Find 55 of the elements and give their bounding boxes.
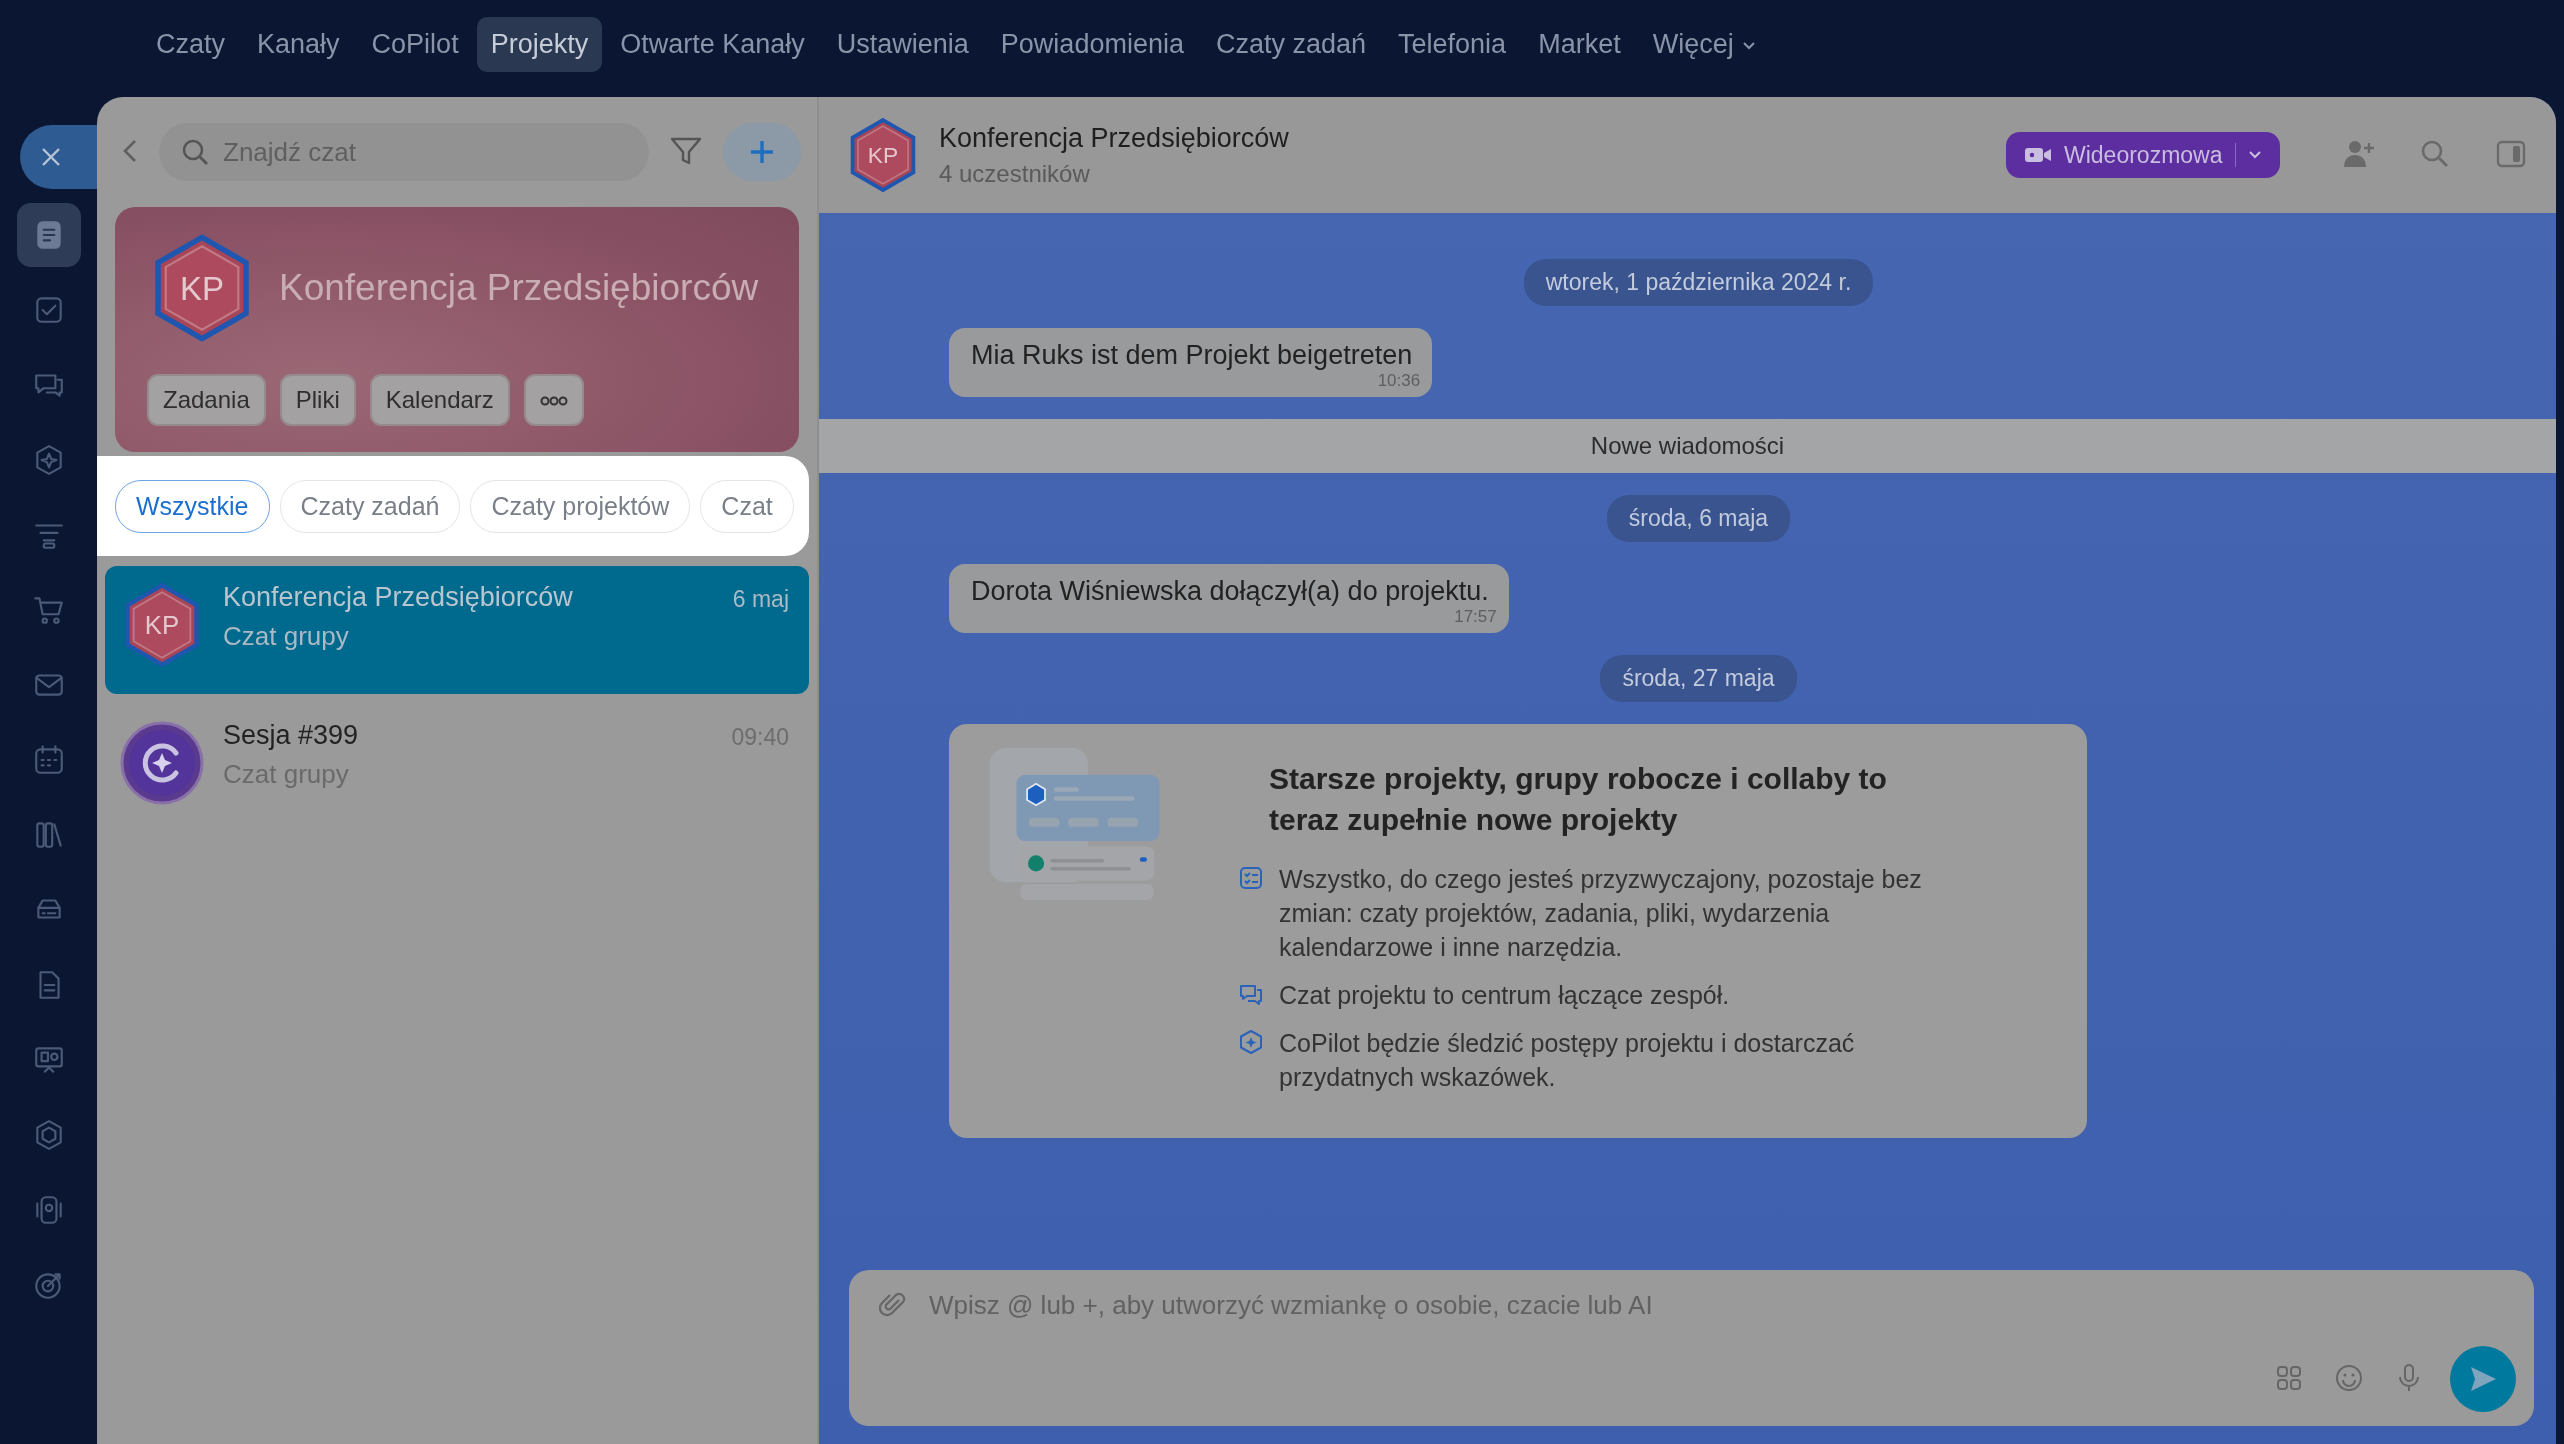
more-icon xyxy=(539,394,568,408)
nav-tab[interactable]: Market xyxy=(1524,17,1635,72)
info-point: CoPilot będzie śledzić postępy projektu i dostarczać przydatnych wskazówek. xyxy=(1279,1028,1856,1093)
close-button[interactable] xyxy=(20,125,97,189)
participants-count: 4 uczestników xyxy=(939,159,1091,188)
nav-tab[interactable]: Ustawienia xyxy=(822,17,983,72)
nav-tab[interactable]: Telefonia xyxy=(1384,17,1521,72)
filter-chip[interactable]: Wszystkie xyxy=(115,479,270,533)
project-title: Konferencja Przedsiębiorców xyxy=(279,267,759,309)
chat-name: Konferencja Przedsiębiorców xyxy=(223,582,573,613)
message-input[interactable]: Wpisz @ lub +, aby utworzyć wzmiankę o osobie, czacie lub AI xyxy=(927,1289,2516,1322)
smiley-icon xyxy=(2334,1362,2364,1393)
chat-name: Sesja #399 xyxy=(223,720,359,751)
date-separator: środa, 27 maja xyxy=(1600,655,1797,702)
plus-icon xyxy=(748,138,776,166)
close-icon xyxy=(40,146,62,168)
chat-time: 6 maj xyxy=(732,585,789,613)
message-text: Mia Ruks ist dem Projekt beigetreten xyxy=(971,340,1413,371)
filter-chip[interactable]: Czaty projektów xyxy=(470,479,691,533)
nav-tab[interactable]: Czaty xyxy=(142,17,240,72)
video-call-button[interactable]: Wideorozmowa xyxy=(2006,132,2280,178)
message-time: 17:57 xyxy=(1454,607,1497,627)
message-text: Dorota Wiśniewska dołączył(a) do projektu. xyxy=(971,576,1489,607)
nav-tab[interactable]: Otwarte Kanały xyxy=(606,17,819,72)
date-separator: środa, 6 maja xyxy=(1606,495,1791,542)
chevron-left-icon xyxy=(121,137,139,164)
filter-chip[interactable]: Czaty zadań xyxy=(279,479,461,533)
info-title: Starsze projekty, grupy robocze i collaby to teraz zupełnie nowe projekty xyxy=(1269,761,1888,838)
nav-tab[interactable]: CoPilot xyxy=(357,17,473,72)
action-button[interactable]: Zadania xyxy=(147,374,266,426)
paperclip-icon xyxy=(879,1290,907,1318)
chat-subtitle: Czat grupy xyxy=(223,621,350,652)
nav-tab[interactable]: Powiadomienia xyxy=(986,17,1198,72)
chevron-down-icon xyxy=(2248,150,2262,160)
nav-tab[interactable]: Kanały xyxy=(243,17,354,72)
camera-icon xyxy=(2024,145,2052,165)
send-icon xyxy=(2468,1364,2498,1394)
chat-title: Konferencja Przedsiębiorców xyxy=(939,122,1290,154)
message-time: 10:36 xyxy=(1377,371,1421,391)
chat-icon xyxy=(1239,982,1263,1006)
date-separator: wtorek, 1 października 2024 r. xyxy=(1523,259,1874,306)
sidebar-item[interactable] xyxy=(16,203,81,267)
sparkle-icon xyxy=(1239,1030,1263,1054)
action-button[interactable]: Kalendarz xyxy=(369,374,510,426)
search-icon xyxy=(181,138,209,166)
info-point: Czat projektu to centrum łączące zespół. xyxy=(1279,980,1730,1011)
chat-list-item[interactable]: KP Konferencja Przedsiębiorców 6 maj Czat grupy xyxy=(105,566,809,694)
filter-chip[interactable]: Czat xyxy=(700,479,794,533)
nav-tab[interactable]: Projekty xyxy=(476,17,603,72)
more-button[interactable] xyxy=(523,374,584,426)
checklist-icon xyxy=(1239,866,1263,890)
nav-tab[interactable]: Czaty zadań xyxy=(1201,17,1381,72)
action-button[interactable]: Pliki xyxy=(279,374,356,426)
info-point: Wszystko, do czego jesteś przyzwyczajony, pozostaje bez zmian: czaty projektów, zadania, pliki, wydarzenia kalendarzowe i inne narzędzia. xyxy=(1279,864,1923,963)
nav-tab[interactable]: Więcej xyxy=(1638,17,1770,72)
